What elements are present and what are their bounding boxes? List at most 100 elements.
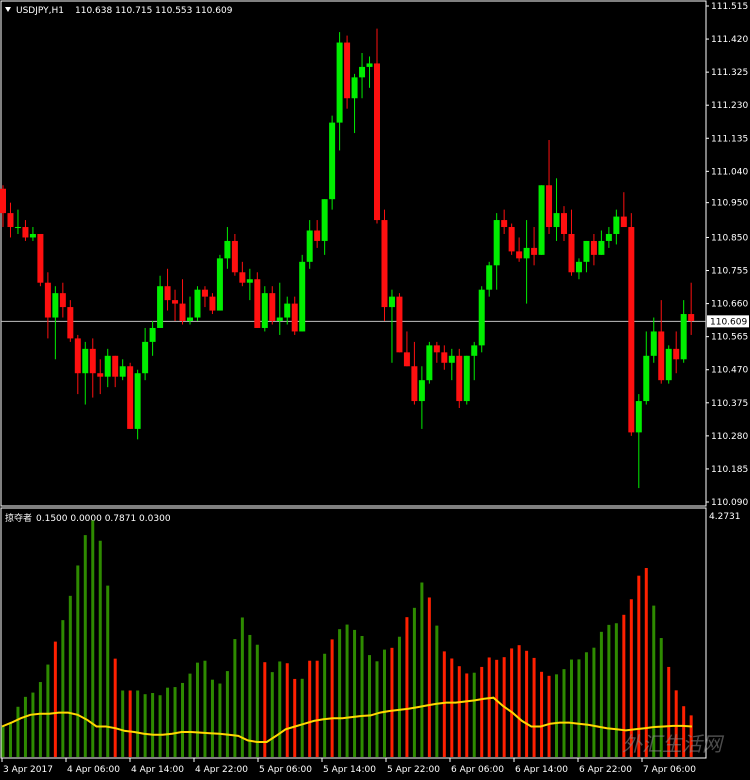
candle-body [665, 348, 672, 381]
candle-body [456, 355, 463, 402]
candle-body [575, 261, 582, 273]
indicator-bar [270, 672, 274, 757]
candle-body [104, 355, 111, 377]
candle-body [82, 348, 89, 374]
candle-body [433, 345, 440, 353]
candle-body [254, 279, 261, 328]
indicator-bar [592, 647, 596, 757]
candle-body [329, 122, 336, 200]
candle-body [231, 240, 238, 273]
candle-body [426, 345, 433, 381]
indicator-bar [151, 693, 155, 757]
candle-body [74, 338, 81, 374]
price-tick-label: 110.755 [711, 267, 748, 277]
indicator-bar [540, 671, 544, 757]
indicator-bar [61, 620, 65, 757]
price-tick-label: 111.135 [711, 134, 748, 144]
price-tick-label: 110.660 [711, 300, 748, 310]
indicator-bar [338, 629, 342, 757]
candle-body [194, 289, 201, 318]
time-tick-label: 4 Apr 14:00 [131, 765, 184, 775]
indicator-bar [173, 687, 177, 757]
candle-body [209, 296, 216, 311]
time-tick-label: 6 Apr 06:00 [451, 765, 504, 775]
indicator-bar [158, 695, 162, 757]
candle-body [643, 355, 650, 402]
indicator-bar [465, 673, 469, 757]
indicator-bar [225, 671, 229, 757]
candle-body [688, 314, 695, 322]
indicator-bar [525, 650, 529, 757]
candle-body [598, 240, 605, 255]
candle-body [321, 199, 328, 241]
candle-body [269, 293, 276, 322]
candle-body [366, 63, 373, 67]
price-tick-label: 110.950 [711, 199, 748, 209]
indicator-bar [555, 674, 559, 757]
indicator-bar [195, 662, 199, 757]
indicator-bar [8, 722, 12, 757]
time-tick-label: 5 Apr 06:00 [259, 765, 312, 775]
candle-body [418, 380, 425, 402]
candle-body [37, 233, 44, 283]
candle-body [119, 366, 126, 377]
indicator-bar [46, 664, 50, 757]
indicator-bar [240, 617, 244, 757]
indicator-bar [308, 660, 312, 757]
indicator-bar [353, 629, 357, 757]
time-tick-label: 3 Apr 2017 [3, 765, 53, 775]
indicator-bar [255, 644, 259, 757]
price-tick-label: 110.565 [711, 333, 748, 343]
indicator-params: 0.1500 0.0000 0.7871 0.0300 [36, 514, 171, 524]
candle-body [546, 185, 553, 228]
indicator-bar [569, 659, 573, 757]
indicator-bar [53, 641, 57, 757]
indicator-bar [181, 682, 185, 757]
chart-canvas: 111.515 111.420 111.325 111.230 111.135 111.0… [0, 0, 750, 780]
time-tick-label: 5 Apr 22:00 [387, 765, 440, 775]
indicator-bar [360, 635, 364, 757]
price-tick-label: 110.470 [711, 366, 748, 376]
indicator-name: 掠夺者 [5, 512, 32, 524]
indicator-bar [472, 672, 476, 757]
indicator-bar [98, 540, 102, 757]
price-tick-label: 111.515 [711, 2, 748, 12]
candle-body [67, 307, 74, 339]
candle-body [97, 373, 104, 377]
candle-body [149, 327, 156, 342]
indicator-bar [420, 582, 424, 757]
candle-body [44, 282, 51, 318]
price-tick-label: 111.420 [711, 35, 748, 45]
indicator-bar [218, 683, 222, 757]
indicator-bar [614, 623, 618, 757]
indicator-bar [450, 658, 454, 757]
time-tick-label: 7 Apr 06:00 [643, 765, 696, 775]
candle-body [628, 227, 635, 433]
indicator-bar [315, 660, 319, 757]
symbol-label: USDJPY,H1 [16, 6, 64, 16]
candle-body [463, 355, 470, 402]
indicator-bar [285, 663, 289, 757]
candle-body [314, 230, 321, 241]
indicator-bar [38, 682, 42, 757]
candle-body [14, 227, 21, 229]
candle-body [553, 213, 560, 228]
candle-body [22, 227, 29, 238]
candle-body [448, 355, 455, 363]
candle-body [680, 314, 687, 360]
price-tick-label: 111.040 [711, 167, 748, 177]
indicator-bar [113, 658, 117, 757]
indicator-bar [345, 624, 349, 757]
candle-body [605, 233, 612, 241]
indicator-bar [495, 659, 499, 757]
candle-body [59, 293, 66, 308]
indicator-bar [143, 694, 147, 757]
indicator-bar [91, 520, 95, 757]
candle-body [261, 293, 268, 328]
indicator-max-label: 4.2731 [709, 512, 741, 522]
indicator-bar [480, 666, 484, 757]
indicator-bar [166, 687, 170, 757]
indicator-bar [233, 639, 237, 757]
indicator-bar [584, 652, 588, 757]
candle-body [127, 366, 134, 429]
